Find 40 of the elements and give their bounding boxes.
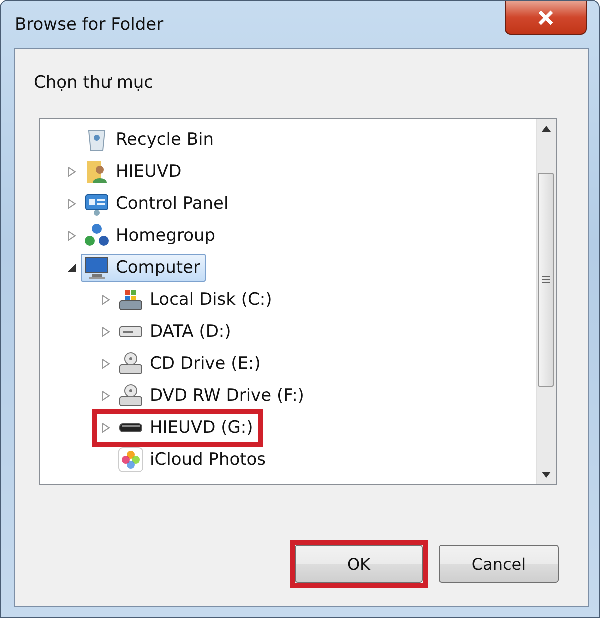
close-icon <box>537 10 555 26</box>
expand-arrow-icon[interactable] <box>102 423 110 433</box>
network-icon <box>84 223 110 249</box>
expand-arrow-icon[interactable] <box>102 359 110 369</box>
tree-item[interactable]: HIEUVD <box>81 158 187 186</box>
tree-item[interactable]: HIEUVD (G:) <box>115 414 258 442</box>
expand-arrow-icon[interactable] <box>68 199 76 209</box>
computer-icon <box>84 255 110 281</box>
user-folder-icon <box>84 159 110 185</box>
expand-arrow-icon[interactable] <box>68 167 76 177</box>
close-button[interactable] <box>505 1 587 35</box>
expand-arrow-icon[interactable] <box>102 295 110 305</box>
disc-drive-icon <box>118 383 144 409</box>
expand-arrow-icon[interactable] <box>102 391 110 401</box>
expand-arrow-icon[interactable] <box>68 231 76 241</box>
disc-drive-icon <box>118 351 144 377</box>
hard-drive-icon <box>119 326 143 338</box>
window-title: Browse for Folder <box>15 15 164 35</box>
tree-item[interactable]: Computer <box>81 254 206 282</box>
tree-item[interactable]: Homegroup <box>81 222 221 250</box>
usb-drive-icon <box>119 423 143 433</box>
tree-item[interactable]: iCloud Photos <box>115 446 272 474</box>
tree-item[interactable]: Control Panel <box>81 190 234 218</box>
dialog-button[interactable]: Cancel <box>439 545 559 583</box>
collapse-arrow-icon[interactable] <box>68 264 76 272</box>
dialog-button[interactable]: OK <box>295 545 423 583</box>
tree-item[interactable]: Recycle Bin <box>81 126 220 154</box>
tree-item[interactable]: CD Drive (E:) <box>115 350 266 378</box>
scrollbar[interactable] <box>536 119 556 484</box>
scroll-up-icon[interactable] <box>542 126 551 132</box>
tree-item[interactable]: Local Disk (C:) <box>115 286 278 314</box>
grip-icon <box>542 276 550 284</box>
scroll-down-icon[interactable] <box>542 472 551 478</box>
photos-icon <box>118 447 144 473</box>
system-disk-icon <box>118 287 144 313</box>
tree-item[interactable]: DVD RW Drive (F:) <box>115 382 310 410</box>
prompt-label: Chọn thư mục <box>34 73 154 93</box>
tree-item[interactable]: DATA (D:) <box>115 318 236 346</box>
expand-arrow-icon[interactable] <box>102 327 110 337</box>
scroll-thumb[interactable] <box>538 173 554 387</box>
